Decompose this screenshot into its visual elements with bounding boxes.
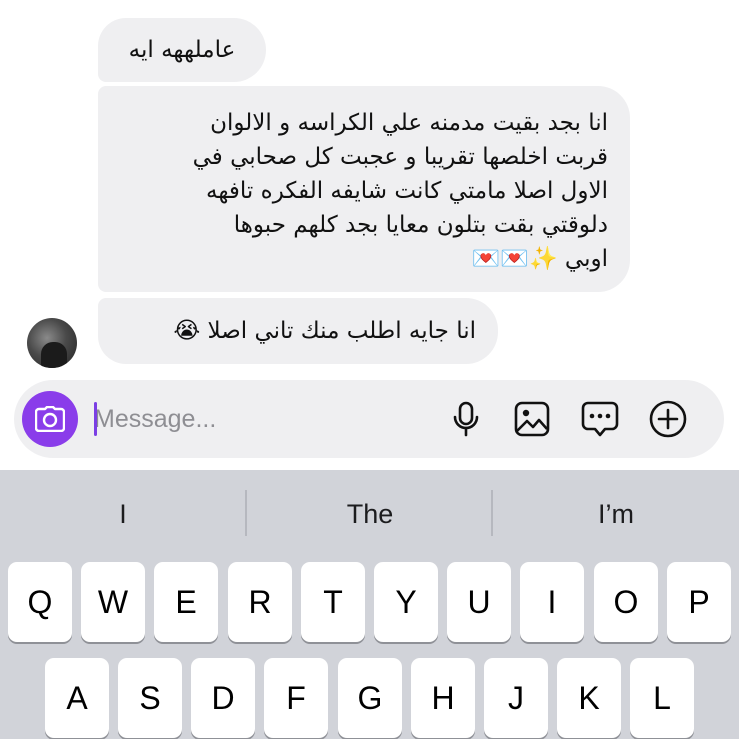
camera-icon [35,406,65,432]
key-g[interactable]: G [338,658,402,738]
key-p[interactable]: P [667,562,731,642]
key-f[interactable]: F [264,658,328,738]
message-bubble[interactable]: انا بجد بقيت مدمنه علي الكراسه و الالوان… [98,86,630,292]
key-j[interactable]: J [484,658,548,738]
plus-icon [649,400,687,438]
key-q[interactable]: Q [8,562,72,642]
message-composer [14,380,724,458]
sticker-icon [581,401,619,437]
microphone-button[interactable] [446,399,486,439]
keyboard: I The I’m Q W E R T Y U I O P A S D F G … [0,470,739,739]
message-bubble[interactable]: عاملههه ايه [98,18,266,82]
text-cursor [94,402,97,436]
message-text: عاملههه ايه [128,37,236,63]
suggestion[interactable]: I [0,470,246,558]
key-l[interactable]: L [630,658,694,738]
key-e[interactable]: E [154,562,218,642]
key-h[interactable]: H [411,658,475,738]
sticker-button[interactable] [580,399,620,439]
key-t[interactable]: T [301,562,365,642]
message-bubble[interactable]: انا جايه اطلب منك تاني اصلا 😭 [98,298,498,364]
key-o[interactable]: O [594,562,658,642]
key-a[interactable]: A [45,658,109,738]
add-button[interactable] [648,399,688,439]
avatar[interactable] [27,318,77,368]
key-w[interactable]: W [81,562,145,642]
suggestion[interactable]: The [247,470,493,558]
message-text-line: دلوقتي بقت بتلون معايا بجد كلهم حبوها [233,212,608,238]
key-r[interactable]: R [228,562,292,642]
message-text: انا جايه اطلب منك تاني اصلا 😭 [173,318,476,344]
key-k[interactable]: K [557,658,621,738]
gallery-button[interactable] [512,399,552,439]
message-text-line: قربت اخلصها تقريبا و عجبت كل صحابي في [192,144,608,170]
key-u[interactable]: U [447,562,511,642]
key-i[interactable]: I [520,562,584,642]
microphone-icon [453,401,479,437]
gallery-icon [514,401,550,437]
chat-thread: عاملههه ايه انا بجد بقيت مدمنه علي الكرا… [0,0,739,470]
key-s[interactable]: S [118,658,182,738]
predictive-bar: I The I’m [0,470,739,558]
key-d[interactable]: D [191,658,255,738]
message-text-line: اوبي ✨💌💌 [471,246,608,272]
message-text-line: انا بجد بقيت مدمنه علي الكراسه و الالوان [210,110,608,136]
camera-button[interactable] [22,391,78,447]
key-y[interactable]: Y [374,562,438,642]
message-text-line: الاول اصلا مامتي كانت شايفه الفكره تافهه [206,178,608,204]
message-input[interactable] [94,399,424,439]
suggestion[interactable]: I’m [493,470,739,558]
